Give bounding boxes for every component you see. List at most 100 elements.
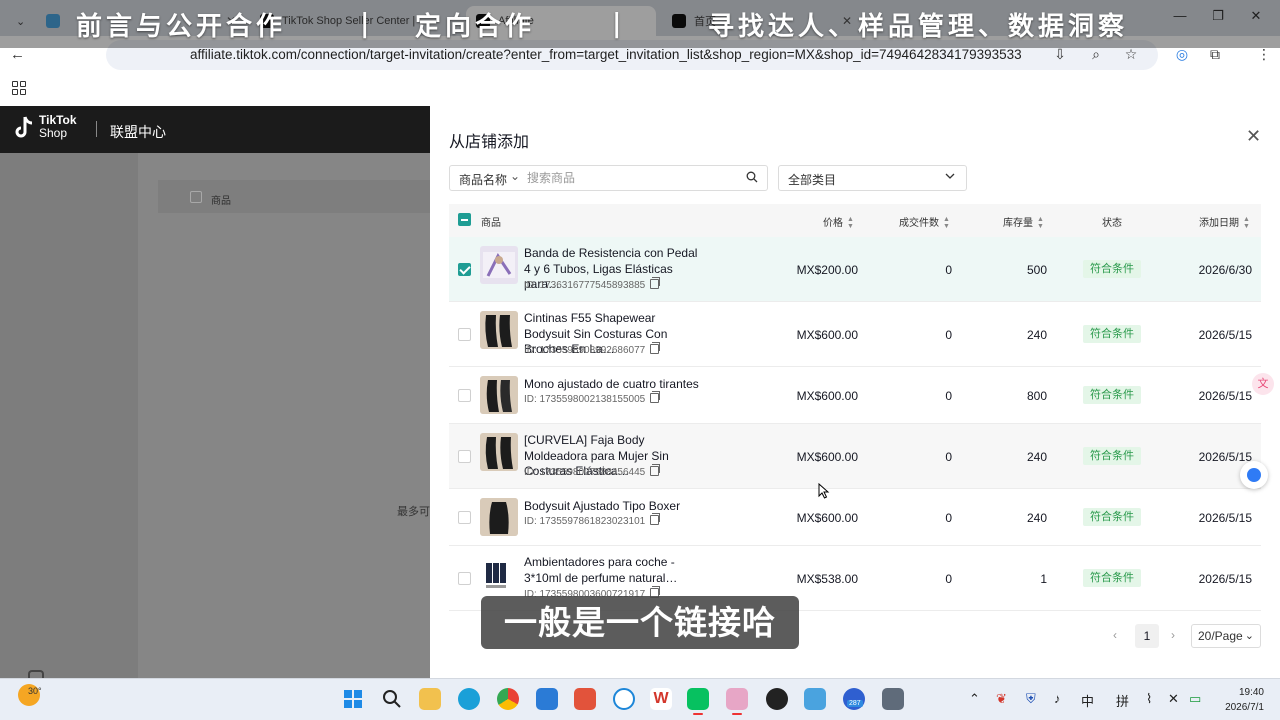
volume-icon[interactable]: ✕ [1168,691,1179,707]
mail-app-icon[interactable] [726,688,748,715]
edge-browser-icon[interactable] [458,688,480,710]
url-text[interactable]: affiliate.tiktok.com/connection/target-i… [190,47,1022,62]
stock-label: 库存量 [1003,218,1033,229]
chevron-down-icon: ⌄ [1244,630,1254,642]
app-with-badge-icon[interactable]: 287 [843,688,865,710]
windows-start-icon[interactable] [343,689,363,709]
select-all-checkbox[interactable] [458,213,471,226]
product-id-text: ID: 1735598908992686077 [524,345,646,356]
app-icon[interactable] [574,688,596,710]
column-header-status: 状态 [1102,218,1122,229]
input-method-indicator[interactable]: 中 [1081,691,1094,710]
copy-icon[interactable] [650,277,661,289]
chevron-down-icon[interactable]: ⌄ [510,169,520,183]
brand-line-2: Shop [39,126,68,140]
product-id: ID: 1735598908992686077 [524,342,661,356]
product-name: Ambientadores para coche - 3*10ml de per… [524,555,678,585]
app-icon[interactable] [766,688,788,710]
stock-cell: 240 [1026,450,1047,464]
chat-float-icon[interactable] [1240,461,1268,489]
video-caption: 一般是一个链接哈 [481,596,799,649]
zoom-icon[interactable]: ⌕ [1086,46,1106,63]
date-cell: 2026/5/15 [1198,450,1252,464]
date-cell: 2026/6/30 [1198,263,1252,277]
prev-page-icon[interactable]: ‹ [1113,628,1117,642]
sold-cell: 0 [945,328,952,342]
status-badge: 符合条件 [1083,260,1141,278]
product-thumbnail [480,555,518,593]
column-header-sold[interactable]: 成交件数 ▲ ▼ [899,214,950,230]
sold-cell: 0 [945,572,952,586]
price-cell: MX$538.00 [796,572,858,586]
row-checkbox[interactable] [458,572,471,585]
mindmap-app-icon[interactable] [804,688,826,710]
title-part-3: 寻找达人、样品管理、数据洞察 [708,11,1129,42]
file-explorer-icon[interactable] [419,688,441,710]
page-number-current[interactable]: 1 [1135,624,1159,648]
sort-icon[interactable]: ▲ ▼ [1243,216,1250,230]
mouse-cursor-icon [818,483,830,499]
wps-icon[interactable]: W [650,688,672,710]
header-divider [96,121,97,137]
search-icon[interactable] [746,171,758,183]
notepad-icon[interactable] [536,688,558,710]
battery-icon[interactable]: ▭ [1189,691,1201,707]
row-checkbox[interactable] [458,328,471,341]
page-size-select[interactable]: 20/Page ⌄ [1191,624,1261,648]
search-input[interactable] [527,169,737,187]
tiktok-logo-icon [15,116,33,138]
title-separator: | [612,9,626,39]
copy-icon[interactable] [650,391,661,403]
back-arrow-icon[interactable]: ← [10,46,25,63]
chrome-browser-icon[interactable] [497,688,519,710]
column-header-price[interactable]: 价格 ▲ ▼ [823,214,854,230]
search-type-select[interactable]: 商品名称 [459,171,507,188]
chevron-down-icon[interactable] [944,170,956,182]
copy-icon[interactable] [650,513,661,525]
translate-float-icon[interactable]: 文 [1252,373,1274,395]
sold-cell: 0 [945,511,952,525]
translate-globe-icon[interactable]: ◎ [1172,46,1192,63]
column-header-date[interactable]: 添加日期 ▲ ▼ [1199,214,1250,230]
search-icon[interactable] [382,689,402,709]
install-app-icon[interactable]: ⇩ [1050,46,1070,63]
background-note-text: 最多可 [397,506,430,518]
chevron-up-icon[interactable]: ⌃ [969,691,980,707]
shield-icon[interactable]: ⛨ [1026,691,1036,707]
row-checkbox[interactable] [458,450,471,463]
row-checkbox[interactable] [458,389,471,402]
sort-icon[interactable]: ▲ ▼ [847,216,854,230]
system-clock[interactable]: 19:40 2026/7/1 [1216,685,1264,715]
close-icon[interactable]: ✕ [1246,127,1261,145]
bookmark-star-icon[interactable]: ☆ [1121,46,1141,63]
weather-temperature: 30° [28,686,42,696]
input-method-mode[interactable]: 拼 [1116,691,1129,710]
extensions-icon[interactable]: ⧉ [1205,46,1225,63]
row-checkbox[interactable] [458,263,471,276]
wifi-icon[interactable]: ⌇ [1146,691,1152,707]
copy-icon[interactable] [650,464,661,476]
menu-dots-icon[interactable]: ⋮ [1254,46,1274,63]
date-label: 添加日期 [1199,218,1239,229]
wechat-icon[interactable] [687,688,709,715]
next-page-icon[interactable]: › [1171,628,1175,642]
table-header [449,204,1261,237]
apps-grid-icon[interactable] [12,81,26,95]
microphone-icon[interactable]: ♪ [1054,691,1061,706]
sold-label: 成交件数 [899,218,939,229]
stock-cell: 1 [1040,572,1047,586]
sort-icon[interactable]: ▲ ▼ [1037,216,1044,230]
status-badge: 符合条件 [1083,447,1141,465]
product-id-text: ID: 1735598007588456445 [524,467,646,478]
row-checkbox[interactable] [458,511,471,524]
calculator-icon[interactable] [882,688,904,710]
tray-app-icon[interactable]: ❦ [996,691,1007,707]
title-separator: | [360,9,374,39]
product-name: Mono ajustado de cuatro tirantes [524,377,699,391]
column-header-stock[interactable]: 库存量 ▲ ▼ [1003,214,1044,230]
status-badge: 符合条件 [1083,508,1141,526]
date-cell: 2026/5/15 [1198,389,1252,403]
app-icon[interactable] [613,688,635,710]
copy-icon[interactable] [650,342,661,354]
sort-icon[interactable]: ▲ ▼ [943,216,950,230]
